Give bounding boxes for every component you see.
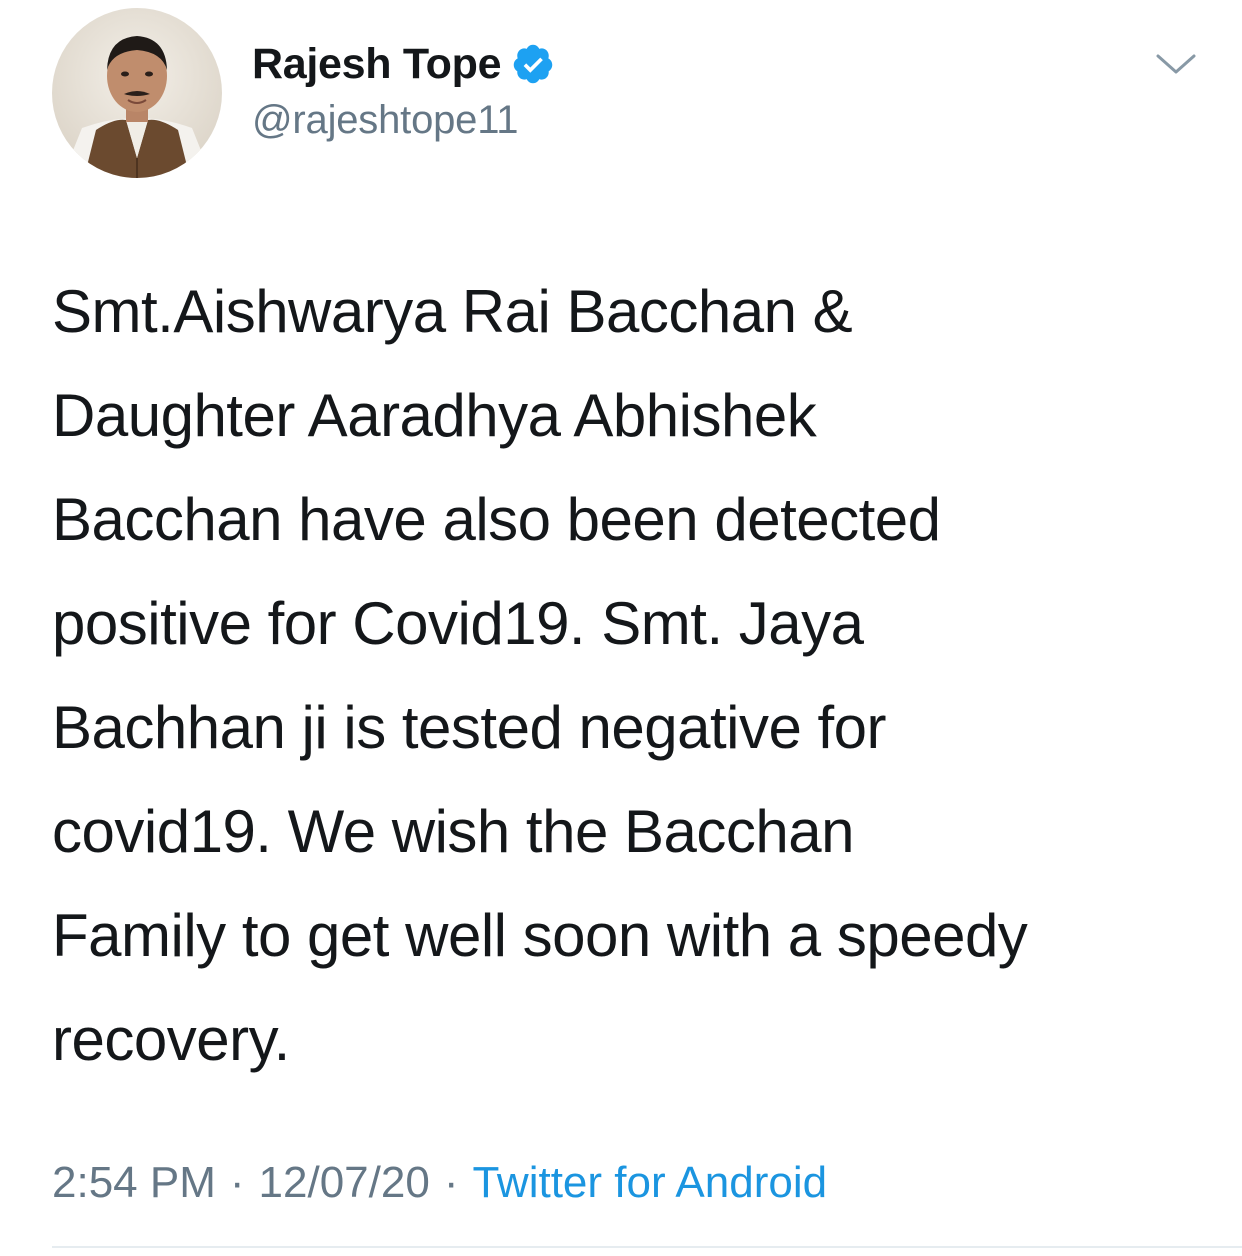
chevron-down-icon [1156, 54, 1196, 74]
meta-separator: · [443, 1158, 459, 1207]
tweet-time[interactable]: 2:54 PM [52, 1158, 216, 1208]
author-handle[interactable]: @rajeshtope11 [252, 98, 519, 143]
profile-photo-icon [52, 8, 222, 178]
author-display-name[interactable]: Rajesh Tope [252, 40, 501, 89]
tweet-date[interactable]: 12/07/20 [259, 1158, 430, 1208]
tweet-text: Smt.Aishwarya Rai Bacchan & Daughter Aar… [52, 278, 1028, 1073]
divider [52, 1246, 1242, 1248]
tweet-meta: 2:54 PM · 12/07/20 · Twitter for Android [52, 1158, 827, 1208]
avatar[interactable] [52, 8, 222, 178]
tweet-card: Rajesh Tope @rajeshtope11 Smt.Aishwarya … [0, 0, 1242, 1256]
verified-badge-icon [511, 42, 555, 86]
tweet-source-link[interactable]: Twitter for Android [472, 1158, 827, 1208]
tweet-menu-button[interactable] [1154, 50, 1198, 78]
meta-separator: · [229, 1158, 245, 1207]
author-name-row[interactable]: Rajesh Tope [252, 34, 555, 94]
